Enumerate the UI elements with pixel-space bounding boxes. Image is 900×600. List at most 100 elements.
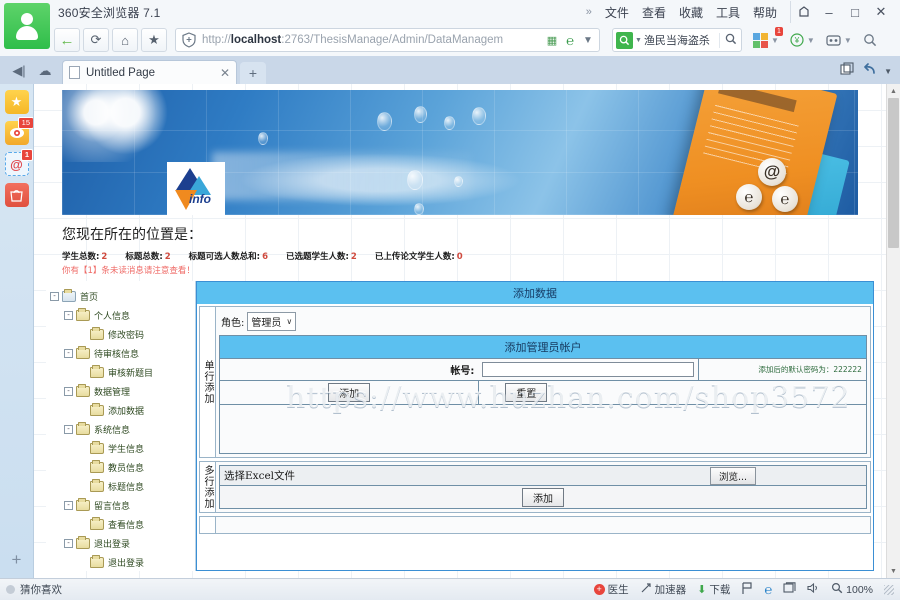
chevron-down-icon[interactable]: ▼ — [579, 35, 597, 46]
page-icon — [69, 66, 80, 79]
skin-icon[interactable] — [790, 1, 816, 23]
tree-expander-icon[interactable]: - — [64, 539, 73, 548]
close-button[interactable]: ✕ — [868, 1, 894, 23]
status-accelerator[interactable]: 加速器 — [640, 582, 686, 597]
folder-icon — [90, 441, 104, 454]
account-input[interactable] — [482, 362, 695, 377]
refresh-button[interactable]: ⟳ — [83, 28, 109, 52]
stat-uploaded-thesis: 已上传论文学生人数: 0 — [374, 252, 463, 262]
menu-item-view[interactable]: 查看 — [642, 4, 666, 21]
tree-node[interactable]: - 个人信息 — [50, 306, 195, 325]
search-submit-button[interactable] — [719, 32, 741, 48]
chevron-down-icon: ∨ — [286, 317, 293, 326]
home-folder-icon — [62, 289, 76, 302]
tree-expander-icon[interactable]: - — [64, 501, 73, 510]
new-tab-button[interactable]: + — [240, 62, 266, 84]
tree-expander-icon[interactable]: - — [50, 292, 59, 301]
search-box[interactable]: ▼ 渔民当海盗杀 — [612, 28, 742, 52]
tree-node[interactable]: - 留言信息 — [50, 496, 195, 515]
password-hint: 添加后的默认密码为：222222 — [698, 359, 866, 380]
status-bar: 猜你喜欢 + 医生 加速器 ⬇ 下载 ℮ 100% — [0, 578, 900, 600]
tree-node-label: 审核新题目 — [108, 369, 154, 379]
folder-icon — [90, 479, 104, 492]
mail-at-icon[interactable]: @ 1 — [4, 149, 33, 176]
tree-node[interactable]: 退出登录 — [50, 553, 195, 572]
tree-node[interactable]: - 首页 — [50, 287, 195, 306]
tree-node[interactable]: 教员信息 — [50, 458, 195, 477]
role-select[interactable]: 管理员 ∨ — [247, 312, 297, 331]
favorite-button[interactable]: ★ — [141, 28, 167, 52]
add-button[interactable]: 添加 — [328, 383, 371, 402]
address-bar[interactable]: http://localhost:2763/ThesisManage/Admin… — [175, 28, 600, 52]
multi-add-button[interactable]: 添加 — [522, 487, 564, 507]
banner-at-icon-3: ℮ — [772, 186, 798, 212]
folder-icon — [76, 422, 90, 435]
tree-node[interactable]: 添加数据 — [50, 401, 195, 420]
qr-icon[interactable]: ▦ — [543, 34, 561, 47]
scrollbar-thumb[interactable] — [888, 98, 899, 248]
menu-item-help[interactable]: 帮助 — [753, 4, 777, 21]
scroll-up-icon[interactable]: ▲ — [887, 84, 900, 98]
pane-title: 添加数据 — [197, 282, 873, 304]
tab-close-icon[interactable]: ✕ — [220, 66, 230, 80]
home-button[interactable]: ⌂ — [112, 28, 138, 52]
tree-node[interactable]: 查看信息 — [50, 515, 195, 534]
menu-overflow-icon[interactable]: » — [586, 6, 592, 18]
tree-node-label: 修改密码 — [108, 331, 145, 341]
account-label: 帐号: — [450, 366, 475, 377]
browser-side-panel: ★ 15 @ 1 + — [0, 84, 34, 578]
ie-icon[interactable]: ℮ — [764, 582, 772, 597]
minimize-button[interactable]: – — [816, 1, 842, 23]
window-icon[interactable] — [783, 582, 796, 597]
tree-expander-icon[interactable]: - — [64, 349, 73, 358]
wallet-icon[interactable]: ¥ ▼ — [790, 33, 815, 47]
status-doctor[interactable]: + 医生 — [593, 582, 629, 597]
browse-button[interactable]: 浏览... — [709, 466, 756, 485]
apps-grid-icon[interactable]: 1 ▼ — [753, 26, 783, 48]
menu-item-file[interactable]: 文件 — [605, 4, 629, 21]
speaker-icon[interactable] — [807, 582, 820, 597]
back-button[interactable]: ← — [54, 28, 80, 52]
favorites-star-icon[interactable]: ★ — [4, 90, 29, 114]
tree-node[interactable]: 学生信息 — [50, 439, 195, 458]
status-recommend-label[interactable]: 猜你喜欢 — [20, 582, 62, 597]
folder-icon — [90, 365, 104, 378]
menu-item-tools[interactable]: 工具 — [716, 4, 740, 21]
maximize-button[interactable]: □ — [842, 1, 868, 23]
cloud-icon[interactable]: ☁ — [32, 58, 58, 84]
tree-node[interactable]: 修改密码 — [50, 325, 195, 344]
tree-node[interactable]: - 系统信息 — [50, 420, 195, 439]
tree-node[interactable]: 标题信息 — [50, 477, 195, 496]
scroll-down-icon[interactable]: ▼ — [887, 564, 900, 578]
tree-node[interactable]: 审核新题目 — [50, 363, 195, 382]
weibo-icon[interactable]: 15 — [4, 117, 34, 145]
tree-node-label: 退出登录 — [108, 559, 145, 569]
flag-icon[interactable] — [741, 581, 753, 598]
ie-icon[interactable]: ℮ — [561, 33, 579, 48]
tab-list-icon[interactable]: ◀| — [6, 58, 32, 84]
shopping-bag-icon[interactable] — [4, 183, 29, 207]
search-input[interactable]: 渔民当海盗杀 — [644, 32, 719, 48]
tree-expander-spacer — [78, 368, 87, 377]
undo-icon[interactable] — [862, 62, 877, 81]
folder-icon — [90, 327, 104, 340]
chevron-down-icon[interactable]: ▼ — [884, 67, 892, 76]
tree-node[interactable]: - 退出登录 — [50, 534, 195, 553]
menu-item-favorites[interactable]: 收藏 — [679, 4, 703, 21]
tree-node[interactable]: - 待审核信息 — [50, 344, 195, 363]
status-download[interactable]: ⬇ 下载 — [697, 582, 730, 597]
tree-node[interactable]: - 数据管理 — [50, 382, 195, 401]
search-engine-chevron-icon[interactable]: ▼ — [635, 37, 642, 44]
magnifier-tool-icon[interactable] — [863, 33, 877, 47]
tree-expander-icon[interactable]: - — [64, 387, 73, 396]
zoom-level[interactable]: 100% — [831, 582, 873, 597]
page-scrollbar[interactable]: ▲ ▼ — [886, 84, 900, 578]
screenshot-icon[interactable]: ▼ — [826, 34, 852, 46]
reset-button[interactable]: 重置 — [505, 383, 548, 402]
tab-untitled-page[interactable]: Untitled Page ✕ — [62, 60, 237, 84]
add-panel-icon[interactable]: + — [12, 550, 22, 570]
window-restore-icon[interactable] — [840, 62, 855, 81]
tree-expander-icon[interactable]: - — [64, 311, 73, 320]
tree-expander-icon[interactable]: - — [64, 425, 73, 434]
resize-grip[interactable] — [884, 584, 894, 595]
